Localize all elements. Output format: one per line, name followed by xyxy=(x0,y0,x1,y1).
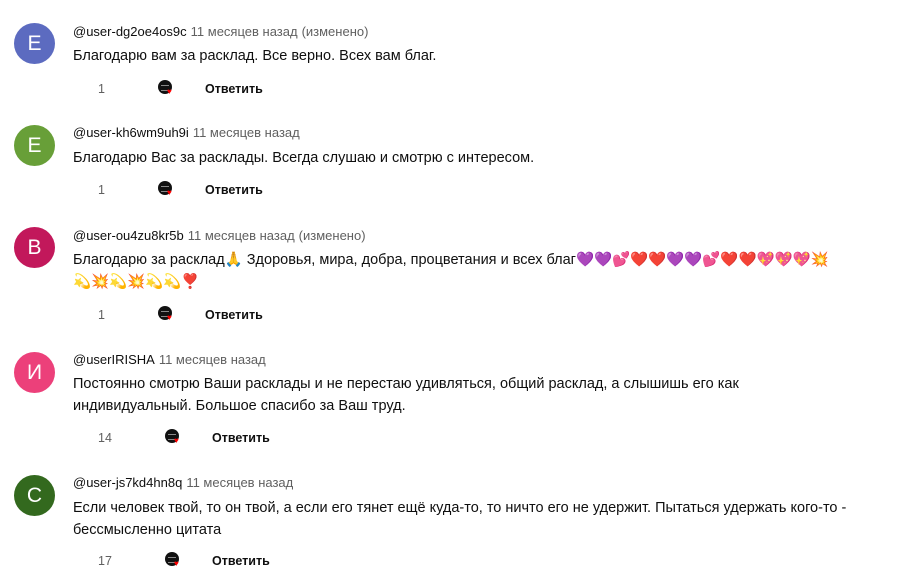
reply-button[interactable]: Ответить xyxy=(205,79,263,99)
reply-button[interactable]: Ответить xyxy=(205,180,263,200)
comment-author[interactable]: @userIRISHA xyxy=(73,352,155,367)
avatar-letter: E xyxy=(27,133,42,157)
like-count: 1 xyxy=(98,82,105,96)
avatar-letter: И xyxy=(26,360,43,384)
comment-text: Постоянно смотрю Ваши расклады и не пере… xyxy=(73,373,893,417)
avatar-letter: B xyxy=(27,235,42,259)
comment-text-line: бессмысленно цитата xyxy=(73,522,222,538)
creator-heart-icon: ♥ xyxy=(165,552,182,569)
avatar[interactable]: E xyxy=(14,125,55,166)
comment-time[interactable]: 11 месяцев назад xyxy=(159,352,266,367)
comment-text-line: Если человек твой, то он твой, а если ег… xyxy=(73,500,847,516)
comment-header: @user-js7kd4hn8q 11 месяцев назад xyxy=(73,475,293,491)
avatar[interactable]: И xyxy=(14,352,55,393)
reply-button[interactable]: Ответить xyxy=(212,551,270,571)
comment-time[interactable]: 11 месяцев назад xyxy=(186,475,293,490)
avatar-letter: С xyxy=(26,483,43,507)
comment-time[interactable]: 11 месяцев назад xyxy=(188,228,295,243)
edited-label: (изменено) xyxy=(301,24,369,39)
comment-author[interactable]: @user-dg2oe4os9c xyxy=(73,24,187,39)
comment-author[interactable]: @user-ou4zu8kr5b xyxy=(73,228,184,243)
edited-label: (изменено) xyxy=(298,228,366,243)
comment-header: @user-dg2oe4os9c 11 месяцев назад (изменен… xyxy=(73,24,368,40)
comment-header: @userIRISHA 11 месяцев назад xyxy=(73,352,266,368)
avatar[interactable]: B xyxy=(14,227,55,268)
comment-header: @user-ou4zu8kr5b 11 месяцев назад (изменен… xyxy=(73,228,366,244)
comment-text-line: Благодарю вам за расклад. Все верно. Все… xyxy=(73,48,437,64)
like-count: 1 xyxy=(98,183,105,197)
comment-text: Благодарю за расклад🙏 Здоровья, мира, до… xyxy=(73,249,893,293)
comment-text-line: индивидуальный. Большое спасибо за Ваш т… xyxy=(73,398,406,414)
creator-heart-icon: ♥ xyxy=(158,306,175,323)
avatar-letter: E xyxy=(27,31,42,55)
like-count: 17 xyxy=(98,554,112,568)
comment-author[interactable]: @user-kh6wm9uh9i xyxy=(73,125,189,140)
comment-header: @user-kh6wm9uh9i 11 месяцев назад xyxy=(73,125,300,141)
comment-text: Благодарю вам за расклад. Все верно. Все… xyxy=(73,45,893,67)
comment-text: Благодарю Вас за расклады. Всегда слушаю… xyxy=(73,147,893,169)
comment-time[interactable]: 11 месяцев назад xyxy=(193,125,300,140)
creator-heart-icon: ♥ xyxy=(165,429,182,446)
comment-author[interactable]: @user-js7kd4hn8q xyxy=(73,475,182,490)
creator-heart-icon: ♥ xyxy=(158,80,175,97)
avatar[interactable]: С xyxy=(14,475,55,516)
creator-heart-icon: ♥ xyxy=(158,181,175,198)
avatar[interactable]: E xyxy=(14,23,55,64)
reply-button[interactable]: Ответить xyxy=(212,428,270,448)
comment-text-line: Постоянно смотрю Ваши расклады и не пере… xyxy=(73,376,739,392)
reply-button[interactable]: Ответить xyxy=(205,305,263,325)
comment-text-line: Благодарю за расклад🙏 Здоровья, мира, до… xyxy=(73,252,829,268)
like-count: 1 xyxy=(98,308,105,322)
comment-text-line: 💫💥💫💥💫💫❣️ xyxy=(73,274,200,290)
comment-time[interactable]: 11 месяцев назад xyxy=(191,24,298,39)
like-count: 14 xyxy=(98,431,112,445)
comment-text-line: Благодарю Вас за расклады. Всегда слушаю… xyxy=(73,150,535,166)
comment-text: Если человек твой, то он твой, а если ег… xyxy=(73,497,893,541)
